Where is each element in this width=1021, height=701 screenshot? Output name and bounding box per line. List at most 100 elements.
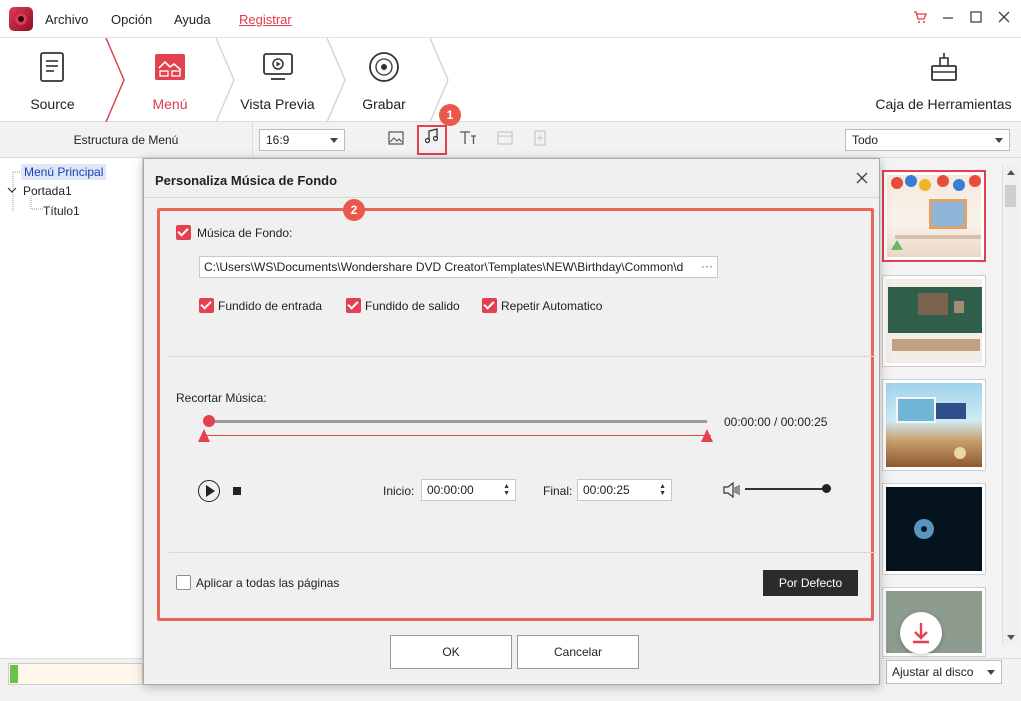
maximize-icon[interactable] [969, 10, 983, 27]
end-time-spinner[interactable]: 00:00:25 ▲ ▼ [577, 479, 672, 501]
chevron-down-icon [987, 670, 995, 675]
background-music-dialog: Personaliza Música de Fondo 2 Música de … [143, 158, 880, 685]
capacity-fill [10, 665, 18, 683]
background-image-icon[interactable] [385, 129, 407, 151]
menu-opcion[interactable]: Opción [111, 12, 152, 27]
toolbox-label: Caja de Herramientas [875, 96, 1012, 112]
download-icon [913, 623, 929, 644]
aspect-ratio-select[interactable]: 16:9 [259, 129, 345, 151]
template-thumb-chalkboard[interactable] [882, 275, 986, 367]
fade-out-checkbox[interactable] [346, 298, 361, 313]
fit-to-disc-value: Ajustar al disco [892, 665, 974, 679]
minimize-icon[interactable] [941, 10, 955, 27]
workflow-ribbon: Source Menú Vista Previa Grabar Caja de … [0, 38, 1021, 122]
step-preview[interactable]: Vista Previa [230, 38, 325, 122]
preview-monitor-icon [262, 53, 293, 80]
chevron-down-icon [330, 138, 338, 143]
apply-all-checkbox[interactable] [176, 575, 191, 590]
end-label: Final: [543, 484, 573, 498]
start-time-value: 00:00:00 [427, 483, 474, 497]
time-display: 00:00:00 / 00:00:25 [724, 415, 828, 429]
menu-structure-label: Estructura de Menú [0, 122, 253, 158]
step-preview-label: Vista Previa [240, 96, 315, 112]
night-thumbnail-image [914, 519, 934, 539]
apply-all-label: Aplicar a todas las páginas [196, 576, 340, 590]
trim-music-label: Recortar Música: [176, 391, 267, 405]
end-time-value: 00:00:25 [583, 483, 630, 497]
start-time-spinner[interactable]: 00:00:00 ▲ ▼ [421, 479, 516, 501]
play-icon[interactable] [198, 480, 220, 502]
title-bar: Archivo Opción Ayuda Registrar [0, 0, 1021, 38]
step-burn-label: Grabar [362, 96, 406, 112]
cancel-button[interactable]: Cancelar [517, 635, 639, 669]
download-fab[interactable] [900, 612, 942, 654]
close-window-icon[interactable] [997, 10, 1011, 27]
template-thumb-night[interactable] [882, 483, 986, 575]
trim-range-line [206, 435, 711, 436]
fit-to-disc-select[interactable]: Ajustar al disco [886, 660, 1002, 684]
step-source-label: Source [30, 96, 75, 112]
sub-toolbar: Estructura de Menú 16:9 1 Todo [0, 104, 1021, 158]
cart-icon[interactable] [913, 10, 927, 27]
menu-structure-tree: Menú Principal Portada1 Título1 [0, 158, 143, 658]
volume-slider[interactable] [745, 488, 827, 490]
tree-branch-line [30, 196, 43, 210]
scroll-up-icon[interactable] [1007, 170, 1015, 175]
register-link[interactable]: Registrar [239, 12, 292, 27]
annotation-badge-1: 1 [439, 104, 461, 126]
step-source[interactable]: Source [0, 38, 105, 122]
scrollbar-thumb[interactable] [1005, 185, 1016, 207]
chalkboard-thumbnail-image [888, 287, 982, 351]
scroll-down-icon[interactable] [1007, 635, 1015, 640]
bg-music-label: Música de Fondo: [197, 226, 293, 240]
template-filter-select[interactable]: Todo [845, 129, 1010, 151]
template-thumb-birthday[interactable] [882, 170, 986, 262]
music-path-field[interactable]: C:\Users\WS\Documents\Wondershare DVD Cr… [199, 256, 718, 278]
chapter-icon [494, 129, 516, 151]
section-divider [169, 552, 876, 553]
music-note-icon[interactable] [417, 125, 447, 155]
bg-music-checkbox[interactable] [176, 225, 191, 240]
menu-ayuda[interactable]: Ayuda [174, 12, 211, 27]
fade-in-checkbox[interactable] [199, 298, 214, 313]
step-menu-label: Menú [152, 96, 188, 112]
fade-out-label: Fundido de salido [365, 299, 460, 313]
default-button[interactable]: Por Defecto [763, 570, 858, 596]
template-filter-value: Todo [852, 133, 879, 147]
volume-icon[interactable] [722, 481, 742, 499]
close-icon[interactable] [855, 169, 869, 190]
chevron-down-icon [995, 138, 1003, 143]
browse-more-icon[interactable]: ··· [701, 259, 713, 273]
add-page-icon [529, 129, 551, 151]
template-thumb-beach[interactable] [882, 379, 986, 471]
step-burn[interactable]: Grabar [340, 38, 428, 122]
document-icon [39, 52, 64, 82]
repeat-checkbox[interactable] [482, 298, 497, 313]
tree-node-title[interactable]: Título1 [43, 204, 80, 218]
burn-disc-icon [369, 52, 399, 82]
beach-thumbnail-image [896, 397, 966, 459]
disc-capacity-bar [8, 663, 143, 685]
start-label: Inicio: [383, 484, 415, 498]
music-path-value: C:\Users\WS\Documents\Wondershare DVD Cr… [204, 260, 684, 274]
trim-end-handle[interactable] [701, 429, 713, 442]
toolbox-button[interactable]: Caja de Herramientas [866, 38, 1021, 122]
template-scrollbar[interactable] [1002, 165, 1018, 645]
repeat-label: Repetir Automatico [501, 299, 603, 313]
ok-button[interactable]: OK [390, 635, 512, 669]
menu-archivo[interactable]: Archivo [45, 12, 88, 27]
menu-template-icon [155, 54, 185, 80]
tree-node-main-menu[interactable]: Menú Principal [21, 164, 107, 180]
spinner-arrows-icon[interactable]: ▲ ▼ [503, 483, 510, 497]
spinner-arrows-icon[interactable]: ▲ ▼ [659, 483, 666, 497]
toolbox-icon [930, 53, 957, 81]
trim-track[interactable] [207, 420, 707, 423]
step-menu[interactable]: Menú [120, 38, 220, 122]
dialog-divider [144, 197, 879, 198]
text-icon[interactable] [457, 129, 479, 151]
chevron-down-icon[interactable] [7, 185, 17, 195]
volume-handle[interactable] [822, 484, 831, 493]
trim-start-handle[interactable] [198, 429, 210, 442]
playhead-handle[interactable] [203, 415, 215, 427]
stop-icon[interactable] [233, 487, 241, 495]
